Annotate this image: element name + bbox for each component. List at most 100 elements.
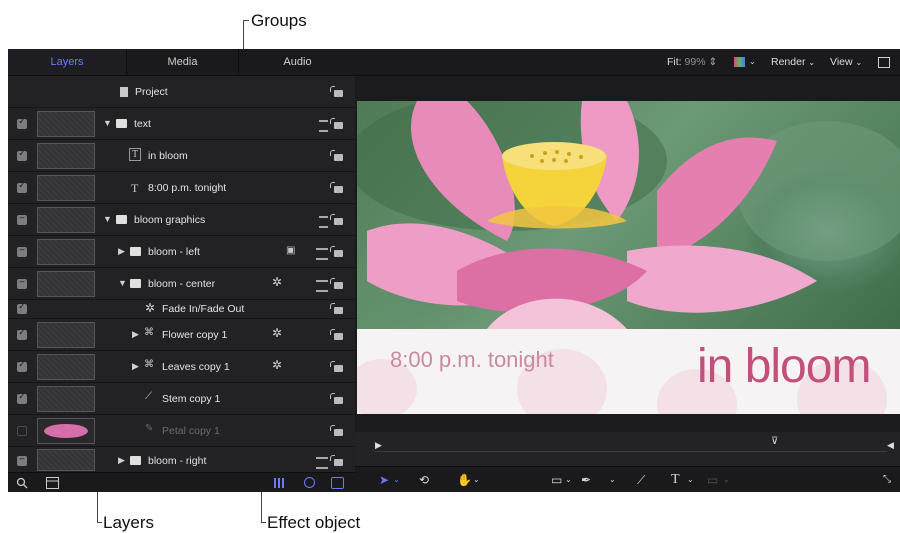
chevron-down-icon[interactable]: ⌄: [473, 467, 480, 492]
group-2d-icon[interactable]: [319, 120, 328, 132]
lock-icon[interactable]: [330, 303, 343, 314]
chevron-down-icon[interactable]: ⌄: [687, 467, 694, 492]
tab-media[interactable]: Media: [126, 49, 238, 75]
color-channels-icon[interactable]: [734, 57, 745, 67]
lock-icon[interactable]: [330, 86, 343, 97]
window-layout-icon[interactable]: [878, 57, 890, 68]
layer-row-project[interactable]: Project: [8, 76, 355, 108]
visibility-checkbox[interactable]: ✓: [17, 327, 27, 340]
timeline-track[interactable]: [375, 439, 887, 452]
disclosure-right-icon[interactable]: ▶: [132, 361, 139, 372]
visibility-checkbox[interactable]: ✓: [17, 301, 27, 314]
chevron-down-icon: ⌄: [808, 58, 816, 67]
disclosure-down-icon[interactable]: ▼: [118, 278, 127, 288]
transform-icon[interactable]: ⟲: [419, 467, 429, 492]
behavior-gear-icon: ✲: [145, 301, 156, 315]
layer-row-8pm-tonight[interactable]: ✓ T 8:00 p.m. tonight: [8, 172, 355, 204]
visibility-checkbox[interactable]: ✓: [17, 359, 27, 372]
render-menu[interactable]: Render ⌄: [771, 49, 815, 75]
lock-icon[interactable]: [330, 393, 343, 404]
layer-row-bloom-right[interactable]: – ▶ bloom - right: [8, 447, 355, 472]
playhead-icon[interactable]: ⊽: [771, 436, 778, 447]
layer-row-bloom-graphics[interactable]: – ▼ bloom graphics: [8, 204, 355, 236]
hand-icon[interactable]: ✋: [457, 467, 472, 492]
disclosure-down-icon[interactable]: ▼: [103, 118, 112, 128]
layer-row-petal-copy-1[interactable]: ✎ Petal copy 1: [8, 415, 355, 447]
layer-row-bloom-center[interactable]: – ▼ bloom - center ✲: [8, 268, 355, 300]
mini-timeline[interactable]: ▶ ⊽ ◀: [355, 432, 900, 466]
mask-icon[interactable]: ▭: [707, 467, 718, 492]
visibility-checkbox[interactable]: –: [17, 453, 27, 466]
visibility-checkbox[interactable]: –: [17, 212, 27, 225]
visibility-checkbox[interactable]: –: [17, 276, 27, 289]
lock-icon[interactable]: [330, 361, 343, 372]
group-2d-icon[interactable]: [316, 248, 328, 260]
expand-icon[interactable]: ⤡: [883, 467, 891, 492]
layout-icon[interactable]: [46, 477, 59, 489]
lock-icon[interactable]: [330, 118, 343, 129]
lotus-flower-image: [357, 101, 900, 329]
visibility-checkbox[interactable]: ✓: [17, 148, 27, 161]
filter-pattern-icon[interactable]: [274, 478, 284, 488]
layers-panel-footer: [8, 472, 355, 492]
group-icon: [130, 456, 141, 465]
fit-label[interactable]: Fit: 99% ⇕: [667, 49, 717, 75]
visibility-checkbox[interactable]: ✓: [17, 180, 27, 193]
camera-icon[interactable]: ▣: [286, 245, 295, 256]
visibility-checkbox[interactable]: [17, 426, 27, 436]
disclosure-down-icon[interactable]: ▼: [103, 214, 112, 224]
visibility-checkbox[interactable]: ✓: [17, 391, 27, 404]
out-point-marker-icon[interactable]: ◀: [887, 440, 894, 451]
disclosure-right-icon[interactable]: ▶: [118, 455, 125, 466]
chevron-down-icon[interactable]: ⌄: [723, 467, 730, 492]
effect-gear-icon[interactable]: ✲: [272, 275, 282, 289]
lock-icon[interactable]: [330, 455, 343, 466]
paint-stroke-icon[interactable]: ⟋: [637, 467, 645, 492]
lock-icon[interactable]: [330, 278, 343, 289]
lock-icon[interactable]: [330, 425, 343, 436]
view-menu[interactable]: View ⌄: [830, 49, 862, 75]
tab-audio[interactable]: Audio: [238, 49, 356, 75]
layer-row-bloom-left[interactable]: – ▶ bloom - left ▣: [8, 236, 355, 268]
layer-label: Flower copy 1: [162, 329, 228, 341]
effect-gear-icon[interactable]: ✲: [272, 326, 282, 340]
visibility-checkbox[interactable]: –: [17, 244, 27, 257]
lock-icon[interactable]: [330, 246, 343, 257]
text-tool-icon[interactable]: T: [671, 467, 680, 492]
lock-icon[interactable]: [330, 182, 343, 193]
lock-icon[interactable]: [330, 150, 343, 161]
in-point-marker-icon[interactable]: ▶: [375, 440, 382, 451]
chevron-down-icon[interactable]: ⌄: [565, 467, 572, 492]
tab-layers[interactable]: Layers: [8, 49, 126, 75]
layer-row-text[interactable]: ✓ ▼ text: [8, 108, 355, 140]
group-icon: [116, 215, 127, 224]
layer-thumbnail: [37, 207, 95, 233]
chevron-down-icon[interactable]: ⌄: [393, 467, 400, 492]
chevron-down-icon[interactable]: ⌄: [609, 467, 616, 492]
new-behavior-icon[interactable]: [304, 477, 315, 488]
visibility-checkbox[interactable]: ✓: [17, 116, 27, 129]
group-2d-icon[interactable]: [316, 280, 328, 292]
callout-effect-tick-bottom: [261, 522, 266, 523]
search-icon[interactable]: [16, 477, 28, 489]
select-arrow-icon[interactable]: ➤: [379, 467, 389, 492]
effect-gear-icon[interactable]: ✲: [272, 358, 282, 372]
panel-tabs: Layers Media Audio: [8, 49, 355, 76]
layer-row-in-bloom[interactable]: ✓ T in bloom: [8, 140, 355, 172]
rectangle-icon[interactable]: ▭: [551, 467, 562, 492]
layer-row-flower-copy-1[interactable]: ✓ ▶ ⌘ Flower copy 1 ✲: [8, 319, 355, 351]
disclosure-right-icon[interactable]: ▶: [118, 246, 125, 257]
canvas-viewer[interactable]: 8:00 p.m. tonight in bloom: [357, 101, 900, 414]
lock-icon[interactable]: [330, 214, 343, 225]
pen-icon[interactable]: ✒: [581, 467, 591, 492]
disclosure-right-icon[interactable]: ▶: [132, 329, 139, 340]
layer-row-leaves-copy-1[interactable]: ✓ ▶ ⌘ Leaves copy 1 ✲: [8, 351, 355, 383]
layer-label: Stem copy 1: [162, 393, 221, 405]
lock-icon[interactable]: [330, 329, 343, 340]
layer-row-stem-copy-1[interactable]: ✓ ⟋ Stem copy 1: [8, 383, 355, 415]
chevron-down-icon[interactable]: ⌄: [749, 49, 756, 75]
group-2d-icon[interactable]: [319, 216, 328, 228]
layers-toggle-icon[interactable]: [331, 477, 344, 489]
layer-row-fade-in-fade-out[interactable]: ✓ ✲ Fade In/Fade Out: [8, 300, 355, 319]
group-2d-icon[interactable]: [316, 457, 328, 469]
